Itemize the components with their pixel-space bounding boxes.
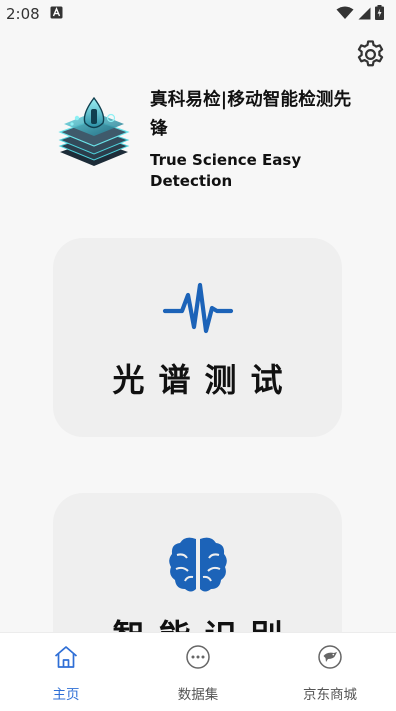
app-logo xyxy=(58,94,130,176)
wifi-icon xyxy=(336,5,354,24)
nav-label-home: 主页 xyxy=(52,687,80,703)
bottom-nav: 主页 数据集 京东商城 xyxy=(0,632,396,711)
battery-icon xyxy=(375,4,384,24)
status-left: 2:08 xyxy=(6,5,63,23)
nav-item-home[interactable]: 主页 xyxy=(0,633,132,711)
nav-item-jd-store[interactable]: 京东商城 xyxy=(264,633,396,711)
nav-item-dataset[interactable]: 数据集 xyxy=(132,633,264,711)
more-dots-icon xyxy=(185,644,211,670)
app-screen: 2:08 真科易检|移动智能检测先锋 True Science Easy Det… xyxy=(0,0,396,711)
spectrum-test-card[interactable]: 光谱测试 xyxy=(53,238,342,437)
status-time: 2:08 xyxy=(6,5,40,23)
nav-label-dataset: 数据集 xyxy=(177,687,219,703)
app-title-english: True Science Easy Detection xyxy=(150,151,302,190)
nav-label-jd-store: 京东商城 xyxy=(303,687,357,703)
app-header: 真科易检|移动智能检测先锋 True Science Easy Detectio… xyxy=(58,86,358,206)
home-icon xyxy=(53,644,79,670)
status-right xyxy=(336,4,384,24)
settings-button[interactable] xyxy=(352,38,388,74)
brain-icon xyxy=(53,535,342,595)
status-bar: 2:08 xyxy=(0,0,396,28)
app-title-chinese: 真科易检|移动智能检测先锋 xyxy=(150,90,352,139)
notification-a-icon xyxy=(50,5,63,23)
jd-store-icon xyxy=(317,644,343,670)
signal-icon xyxy=(358,5,371,24)
spectrum-test-label: 光谱测试 xyxy=(112,361,297,399)
gear-icon xyxy=(354,38,387,75)
pulse-wave-icon xyxy=(53,278,342,340)
